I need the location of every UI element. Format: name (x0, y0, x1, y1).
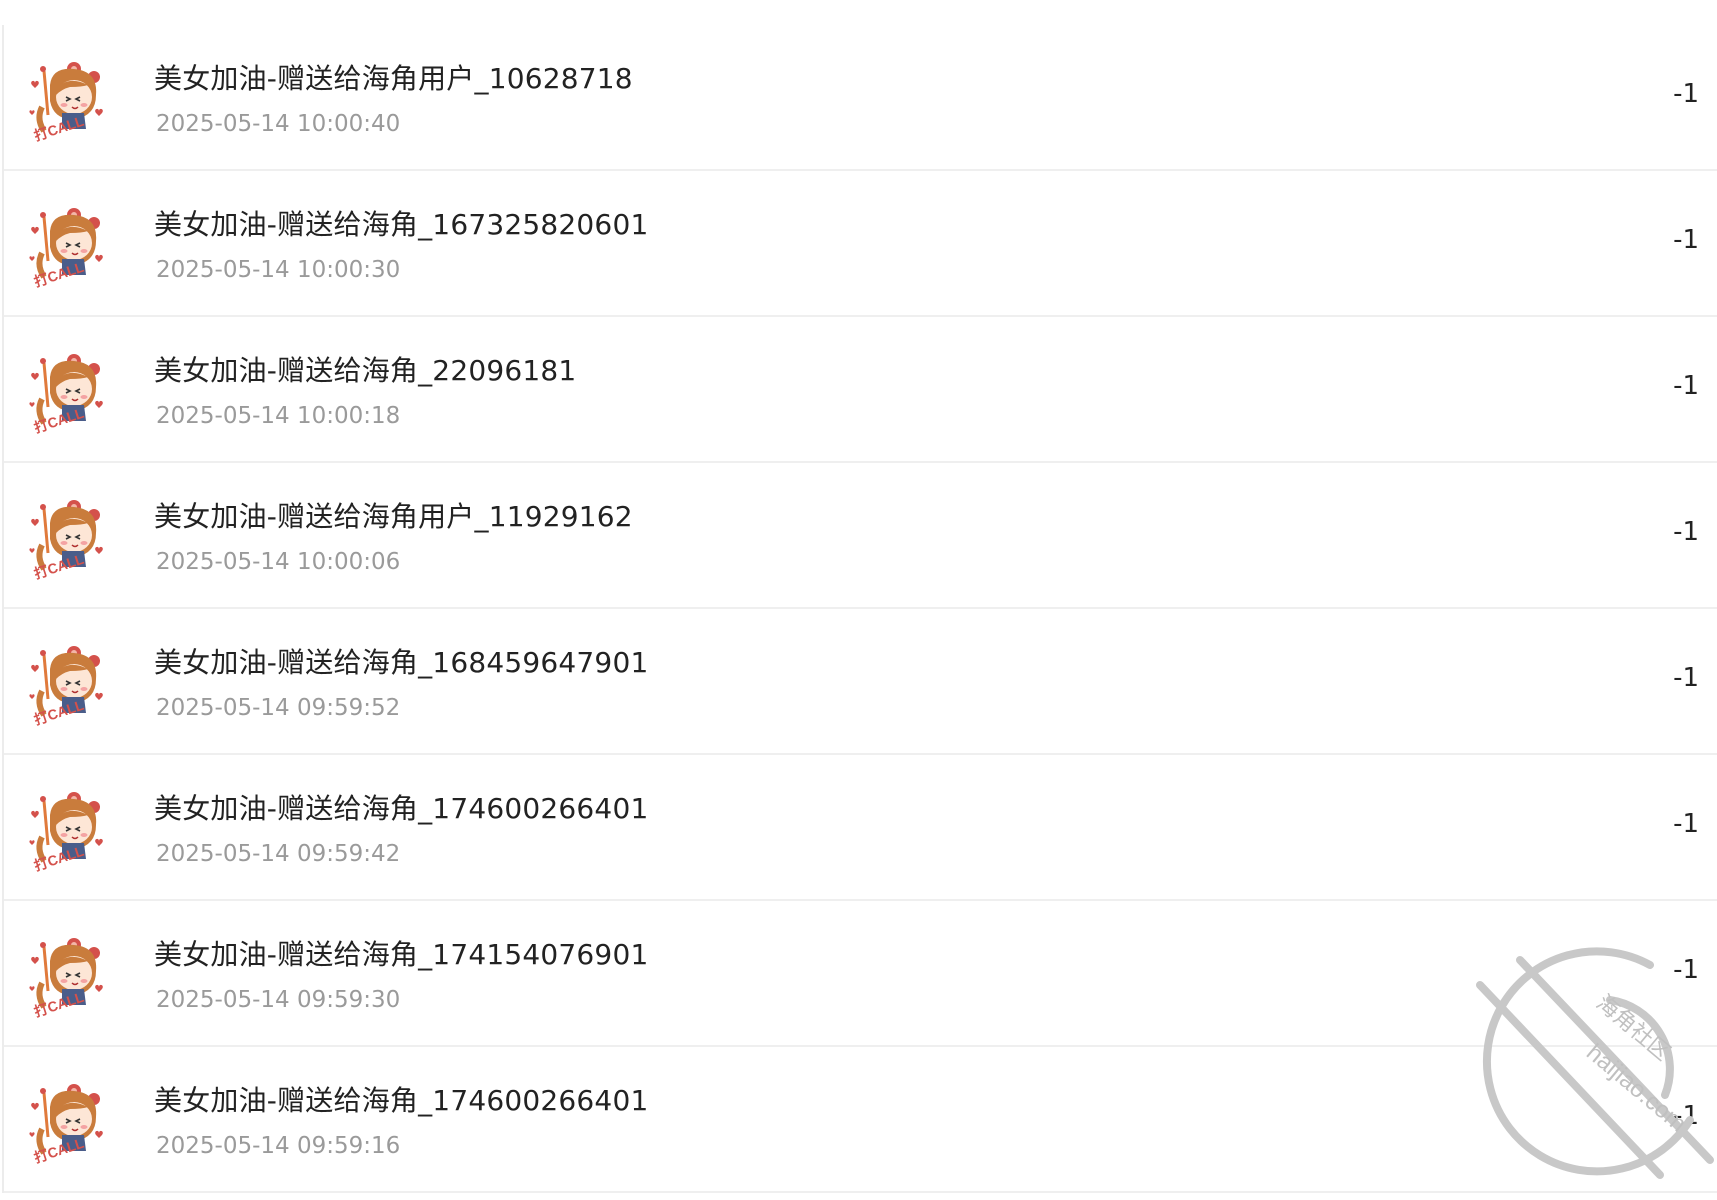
transaction-amount: -1 (1673, 1101, 1699, 1131)
transaction-row[interactable]: 打CALL 美女加油-赠送给海角_167325820601 2025-05-14… (4, 171, 1717, 317)
cheer-girl-sticker-icon: 打CALL (22, 203, 108, 289)
transaction-row[interactable]: 打CALL 美女加油-赠送给海角_168459647901 2025-05-14… (4, 609, 1717, 755)
transaction-row[interactable]: 打CALL 美女加油-赠送给海角用户_11929162 2025-05-14 1… (4, 463, 1717, 609)
transaction-title: 美女加油-赠送给海角_22096181 (154, 354, 577, 387)
transaction-time: 2025-05-14 09:59:52 (156, 695, 401, 721)
transaction-amount: -1 (1673, 663, 1699, 693)
transaction-row[interactable]: 打CALL 美女加油-赠送给海角_174154076901 2025-05-14… (4, 901, 1717, 1047)
transaction-row[interactable]: 打CALL 美女加油-赠送给海角用户_10628718 2025-05-14 1… (4, 25, 1717, 171)
transaction-row[interactable]: 打CALL 美女加油-赠送给海角_22096181 2025-05-14 10:… (4, 317, 1717, 463)
transaction-title: 美女加油-赠送给海角_174600266401 (154, 1084, 649, 1117)
transaction-row[interactable]: 打CALL 美女加油-赠送给海角_174600266401 2025-05-14… (4, 755, 1717, 901)
transaction-time: 2025-05-14 09:59:42 (156, 841, 401, 867)
transaction-time: 2025-05-14 10:00:40 (156, 111, 401, 137)
cheer-girl-sticker-icon: 打CALL (22, 57, 108, 143)
transaction-amount: -1 (1673, 79, 1699, 109)
transaction-amount: -1 (1673, 225, 1699, 255)
transaction-time: 2025-05-14 10:00:18 (156, 403, 401, 429)
cheer-girl-sticker-icon: 打CALL (22, 641, 108, 727)
cheer-girl-sticker-icon: 打CALL (22, 495, 108, 581)
transaction-title: 美女加油-赠送给海角_167325820601 (154, 208, 649, 241)
cheer-girl-sticker-icon: 打CALL (22, 1079, 108, 1165)
transaction-amount: -1 (1673, 517, 1699, 547)
transaction-time: 2025-05-14 09:59:16 (156, 1133, 401, 1159)
transaction-time: 2025-05-14 10:00:06 (156, 549, 401, 575)
transaction-amount: -1 (1673, 955, 1699, 985)
transaction-row[interactable]: 打CALL 美女加油-赠送给海角_174600266401 2025-05-14… (4, 1047, 1717, 1193)
transaction-title: 美女加油-赠送给海角用户_11929162 (154, 500, 633, 533)
transaction-time: 2025-05-14 10:00:30 (156, 257, 401, 283)
cheer-girl-sticker-icon: 打CALL (22, 787, 108, 873)
transaction-title: 美女加油-赠送给海角_174600266401 (154, 792, 649, 825)
cheer-girl-sticker-icon: 打CALL (22, 933, 108, 1019)
transaction-title: 美女加油-赠送给海角_174154076901 (154, 938, 649, 971)
cheer-girl-sticker-icon: 打CALL (22, 349, 108, 435)
transaction-amount: -1 (1673, 809, 1699, 839)
transaction-title: 美女加油-赠送给海角_168459647901 (154, 646, 649, 679)
transaction-list: 打CALL 美女加油-赠送给海角用户_10628718 2025-05-14 1… (2, 25, 1717, 1193)
transaction-title: 美女加油-赠送给海角用户_10628718 (154, 62, 633, 95)
transaction-time: 2025-05-14 09:59:30 (156, 987, 401, 1013)
transaction-amount: -1 (1673, 371, 1699, 401)
